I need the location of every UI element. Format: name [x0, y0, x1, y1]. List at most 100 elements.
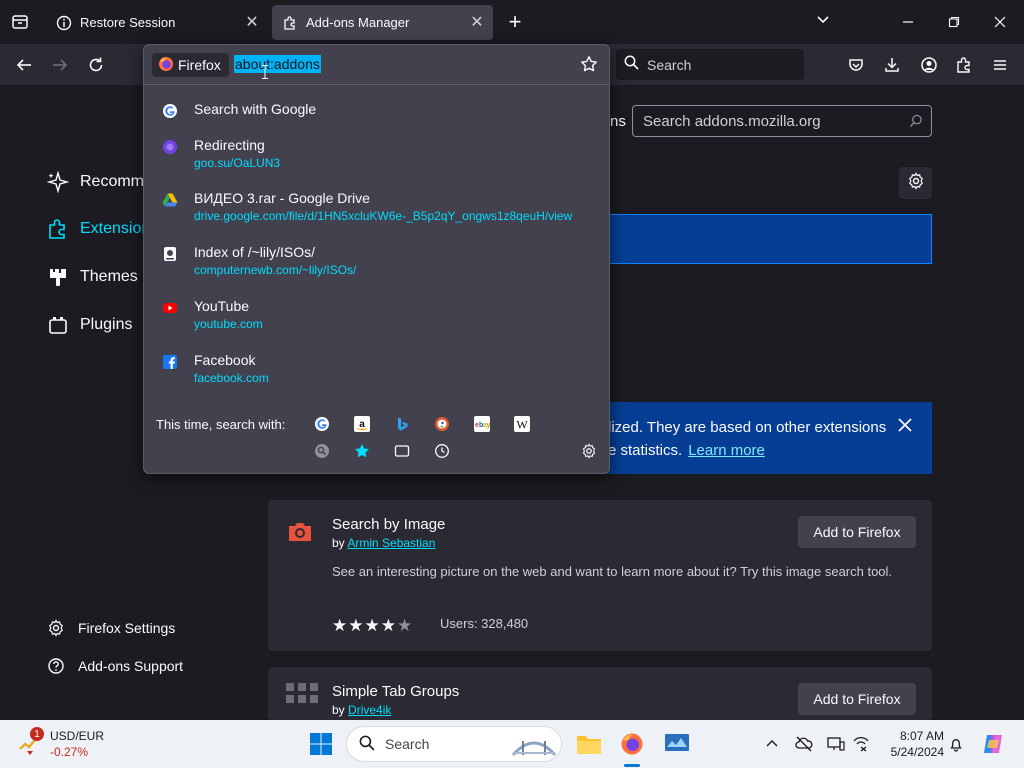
widget-value: -0.27%	[50, 745, 89, 759]
tabs-mode-icon[interactable]	[393, 442, 411, 460]
clock-date: 5/24/2024	[890, 745, 944, 759]
tab-addons-manager[interactable]: Add-ons Manager ✕	[272, 5, 493, 40]
search-engine-mode-icon[interactable]	[313, 442, 331, 460]
bookmarks-mode-icon[interactable]	[353, 442, 371, 460]
ebay-engine-icon[interactable]: ebay	[473, 415, 491, 433]
display-icon[interactable]	[826, 734, 846, 754]
user-count: Users: 328,480	[440, 616, 529, 631]
search-bar[interactable]: Search	[616, 49, 804, 80]
addon-author-line: by Drive4ik	[332, 703, 391, 717]
by-label: by	[332, 536, 345, 550]
bing-engine-icon[interactable]	[393, 415, 411, 433]
bridge-highlight-icon	[511, 729, 557, 762]
tab-restore-session[interactable]: Restore Session ✕	[46, 5, 268, 40]
identity-box[interactable]: Firefox	[152, 53, 229, 77]
plugin-icon	[46, 313, 70, 337]
reload-icon[interactable]	[85, 54, 107, 76]
sidelink-label: Add-ons Support	[78, 658, 184, 674]
close-tab-icon[interactable]: ✕	[469, 14, 485, 31]
url-text-selected: about:addons	[234, 55, 321, 73]
file-explorer-icon[interactable]	[575, 730, 603, 758]
result-title: Facebook	[194, 352, 256, 368]
account-icon[interactable]	[918, 54, 940, 76]
wikipedia-engine-icon[interactable]: W	[513, 415, 531, 433]
learn-more-link[interactable]: Learn more	[688, 442, 765, 459]
system-clock[interactable]: 8:07 AM 5/24/2024	[878, 728, 944, 760]
addon-card-simple-tab-groups: Simple Tab Groups by Drive4ik Add to Fir…	[268, 667, 932, 720]
gear-icon	[907, 171, 925, 195]
category-themes[interactable]: Themes	[46, 262, 138, 292]
windows-start-icon[interactable]	[307, 730, 335, 758]
by-label: by	[332, 703, 345, 717]
search-settings-gear-icon[interactable]	[580, 442, 598, 460]
copilot-icon[interactable]	[980, 731, 1006, 757]
new-tab-icon[interactable]: +	[503, 9, 527, 34]
add-to-firefox-button[interactable]: Add to Firefox	[798, 683, 916, 715]
taskbar-search-box[interactable]: Search	[346, 726, 562, 762]
chevron-down-icon[interactable]	[815, 12, 831, 33]
notice-text-line2: e statistics.	[608, 442, 683, 459]
restore-icon[interactable]	[944, 12, 964, 32]
amo-search-placeholder: Search addons.mozilla.org	[643, 112, 821, 130]
author-link[interactable]: Armin Sebastian	[347, 536, 435, 550]
google-engine-icon[interactable]	[313, 415, 331, 433]
addon-title: Simple Tab Groups	[332, 683, 460, 700]
notice-text-2: e statistics. Learn more	[608, 442, 765, 459]
addons-support-link[interactable]: Add-ons Support	[46, 656, 183, 676]
grid-icon	[286, 683, 318, 711]
camera-icon	[286, 518, 314, 546]
close-icon[interactable]	[898, 418, 912, 437]
bookmark-star-icon[interactable]	[580, 55, 598, 78]
amo-search-input[interactable]: Search addons.mozilla.org	[632, 105, 932, 137]
svg-text:y: y	[487, 422, 491, 429]
notification-badge: 1	[30, 727, 44, 741]
pocket-icon[interactable]	[845, 54, 867, 76]
list-all-tabs-icon[interactable]	[8, 10, 32, 34]
extensions-icon[interactable]	[953, 54, 975, 76]
cloud-offline-icon[interactable]	[794, 734, 814, 754]
tools-gear-button[interactable]	[899, 167, 932, 199]
close-tab-icon[interactable]: ✕	[244, 14, 260, 31]
duckduckgo-engine-icon[interactable]	[433, 415, 451, 433]
taskbar-search-label: Search	[385, 736, 430, 752]
active-app-indicator	[624, 764, 640, 767]
category-extensions[interactable]: Extensions	[46, 214, 158, 244]
firefox-settings-link[interactable]: Firefox Settings	[46, 618, 175, 638]
menu-icon[interactable]	[989, 54, 1011, 76]
chevron-up-icon[interactable]	[762, 734, 782, 754]
result-title: ВИДЕО 3.rar - Google Drive	[194, 190, 370, 206]
svg-text:W: W	[516, 418, 528, 432]
result-title: YouTube	[194, 298, 250, 314]
add-to-firefox-button[interactable]: Add to Firefox	[798, 516, 916, 548]
result-url: facebook.com	[194, 371, 269, 385]
close-window-icon[interactable]	[990, 12, 1010, 32]
network-icon[interactable]	[851, 734, 871, 754]
search-bar-placeholder: Search	[647, 56, 692, 73]
heading-fragment: ns	[610, 113, 626, 130]
result-url: goo.su/OaLUN3	[194, 156, 281, 170]
sidelink-label: Firefox Settings	[78, 620, 176, 636]
youtube-icon	[162, 300, 178, 316]
message-bar	[600, 214, 932, 264]
search-icon	[909, 114, 923, 132]
remote-desktop-icon[interactable]	[663, 730, 691, 758]
result-title: Index of /~lily/ISOs/	[194, 244, 315, 260]
firefox-taskbar-icon[interactable]	[618, 730, 646, 758]
identity-label: Firefox	[178, 57, 221, 73]
history-mode-icon[interactable]	[433, 442, 451, 460]
notification-bell-icon[interactable]	[946, 734, 966, 754]
tab-title: Restore Session	[80, 15, 176, 30]
urlbar[interactable]: Firefox about:addons	[144, 45, 609, 85]
minimize-icon[interactable]	[898, 12, 918, 32]
addon-description: See an interesting picture on the web an…	[332, 564, 893, 579]
back-icon[interactable]	[13, 54, 35, 76]
forward-icon[interactable]	[49, 54, 71, 76]
widget-title: USD/EUR	[50, 729, 105, 743]
category-plugins[interactable]: Plugins	[46, 310, 132, 340]
amazon-engine-icon[interactable]: a	[353, 415, 371, 433]
currency-widget[interactable]: 1 USD/EUR -0.27%	[16, 727, 116, 761]
tab-title: Add-ons Manager	[306, 15, 410, 30]
downloads-icon[interactable]	[881, 54, 903, 76]
author-link[interactable]: Drive4ik	[348, 703, 391, 717]
url-input[interactable]: about:addons	[234, 55, 321, 73]
